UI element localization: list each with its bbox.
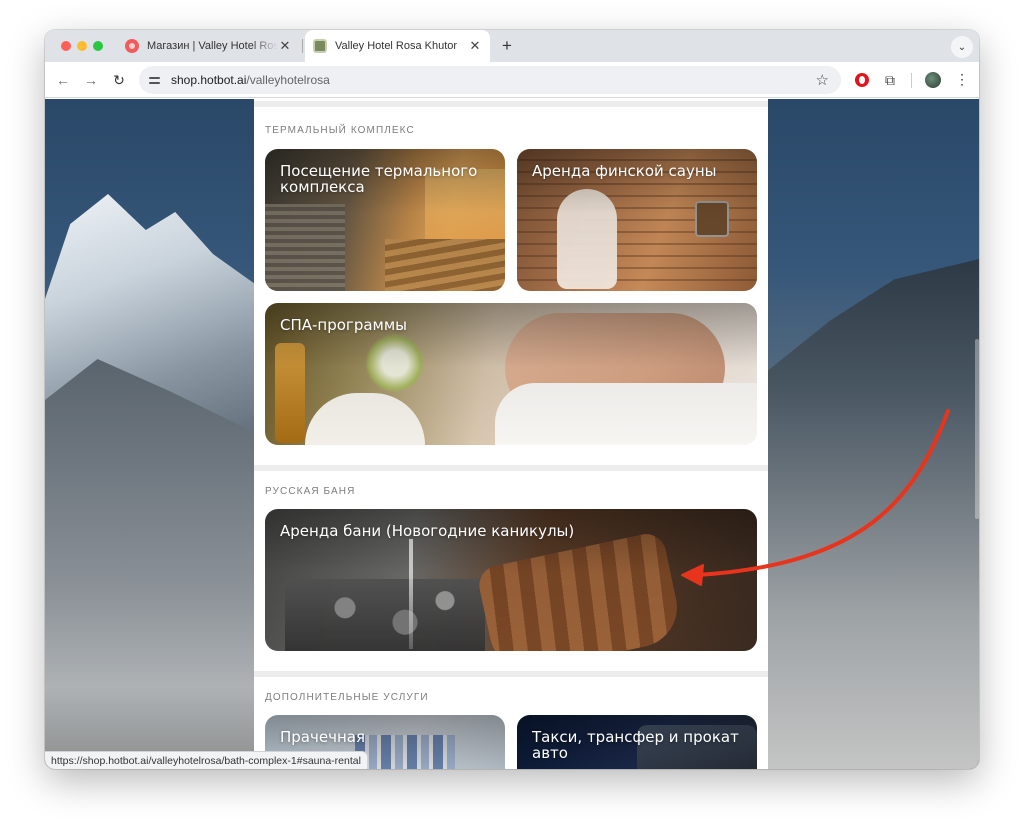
card-label: Прачечная	[280, 728, 365, 746]
card-label: Посещение термального комплекса	[280, 162, 478, 196]
section-title-thermal: ТЕРМАЛЬНЫЙ КОМПЛЕКС	[265, 125, 415, 136]
tab-title: Магазин | Valley Hotel Rosa Khutor	[147, 40, 278, 52]
section-divider	[254, 465, 768, 471]
close-window-button[interactable]	[61, 41, 71, 51]
section-title-extra-services: ДОПОЛНИТЕЛЬНЫЕ УСЛУГИ	[265, 692, 429, 703]
bookmark-star-icon[interactable]: ☆	[816, 71, 829, 89]
browser-toolbar: ← → ↻ shop.hotbot.ai/valleyhotelrosa ☆ ⧉…	[45, 62, 979, 98]
reload-button[interactable]: ↻	[109, 70, 129, 90]
link-status-bar: https://shop.hotbot.ai/valleyhotelrosa/b…	[45, 751, 368, 769]
tab-search-button[interactable]: ⌄	[951, 36, 973, 58]
page-viewport: ТЕРМАЛЬНЫЙ КОМПЛЕКС Посещение термальног…	[45, 99, 979, 769]
section-divider	[254, 101, 768, 107]
card-label: Аренда бани (Новогодние каникулы)	[280, 522, 575, 540]
card-finnish-sauna[interactable]: Аренда финской сауны	[517, 149, 757, 291]
url-host: shop.hotbot.ai	[171, 73, 247, 87]
card-spa-programs[interactable]: СПА-программы	[265, 303, 757, 445]
card-thermal-visit[interactable]: Посещение термального комплекса	[265, 149, 505, 291]
hotel-favicon-icon	[313, 39, 327, 53]
close-icon[interactable]: ✕	[468, 38, 482, 54]
card-taxi-transfer[interactable]: Такси, трансфер и прокат авто	[517, 715, 757, 769]
services-column: ТЕРМАЛЬНЫЙ КОМПЛЕКС Посещение термальног…	[254, 99, 768, 769]
shop-favicon-icon	[125, 39, 139, 53]
section-divider	[254, 671, 768, 677]
card-bath-rental[interactable]: Аренда бани (Новогодние каникулы)	[265, 509, 757, 651]
minimize-window-button[interactable]	[77, 41, 87, 51]
zoom-window-button[interactable]	[93, 41, 103, 51]
url-text[interactable]: shop.hotbot.ai/valleyhotelrosa	[171, 73, 330, 87]
site-info-icon[interactable]	[147, 72, 163, 88]
tab-hotel[interactable]: Valley Hotel Rosa Khutor ✕	[305, 30, 490, 62]
opera-extension-icon[interactable]	[853, 71, 871, 89]
section-title-russian-bath: РУССКАЯ БАНЯ	[265, 486, 356, 497]
close-icon[interactable]: ✕	[278, 38, 292, 54]
profile-avatar[interactable]	[925, 72, 941, 88]
tab-title: Valley Hotel Rosa Khutor	[335, 40, 458, 52]
url-path: /valleyhotelrosa	[246, 73, 330, 87]
back-button[interactable]: ←	[53, 70, 73, 90]
browser-window: Магазин | Valley Hotel Rosa Khutor ✕ Val…	[45, 30, 979, 769]
card-label: Аренда финской сауны	[532, 162, 717, 180]
card-label: Такси, трансфер и прокат авто	[532, 728, 739, 762]
extensions-puzzle-icon[interactable]: ⧉	[881, 71, 899, 89]
tab-shop[interactable]: Магазин | Valley Hotel Rosa Khutor ✕	[117, 30, 300, 62]
tab-bar: Магазин | Valley Hotel Rosa Khutor ✕ Val…	[45, 30, 979, 62]
address-bar[interactable]: shop.hotbot.ai/valleyhotelrosa ☆	[139, 66, 841, 94]
card-label: СПА-программы	[280, 316, 408, 334]
tab-divider	[302, 39, 303, 53]
page-scrollbar[interactable]	[975, 339, 979, 519]
new-tab-button[interactable]: +	[497, 36, 517, 56]
browser-menu-icon[interactable]: ⋮	[953, 71, 971, 88]
toolbar-divider	[911, 73, 912, 88]
forward-button[interactable]: →	[81, 70, 101, 90]
